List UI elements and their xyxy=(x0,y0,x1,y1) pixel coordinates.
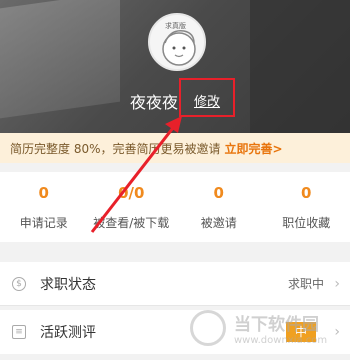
header-background-paper xyxy=(0,0,120,119)
job-status-icon: $ xyxy=(12,276,26,291)
stat-value: 0 xyxy=(213,184,224,202)
menu-label: 求职状态 xyxy=(40,276,96,293)
stat-viewed-downloaded[interactable]: 0/0 被查看/被下载 xyxy=(88,172,176,242)
stat-favorites[interactable]: 0 职位收藏 xyxy=(263,172,350,242)
watermark-subtitle: www.downxia.com xyxy=(234,334,328,346)
chevron-right-icon: › xyxy=(334,275,340,292)
menu-label: 活跃测评 xyxy=(40,325,96,341)
stat-label: 申请记录 xyxy=(19,216,68,230)
stat-label: 被查看/被下载 xyxy=(93,216,170,230)
watermark-title: 当下软件园 xyxy=(234,314,319,335)
stat-label: 职位收藏 xyxy=(282,216,331,230)
banner-action-link[interactable]: 立即完善> xyxy=(225,140,283,157)
avatar[interactable]: 求真版 xyxy=(148,13,206,71)
assessment-icon: ≡ xyxy=(12,325,26,339)
watermark: 当下软件园 www.downxia.com xyxy=(190,295,350,360)
stat-invited[interactable]: 0 被邀请 xyxy=(175,172,263,242)
avatar-tag: 求真版 xyxy=(165,22,186,30)
banner-text: 简历完整度 80%，完善简历更易被邀请 xyxy=(10,141,221,156)
stat-value: 0 xyxy=(301,184,312,202)
stat-label: 被邀请 xyxy=(200,216,237,230)
header-background-glasses xyxy=(250,0,350,133)
stats-bar: 0 申请记录 0/0 被查看/被下载 0 被邀请 0 职位收藏 xyxy=(0,172,350,242)
stat-applications[interactable]: 0 申请记录 xyxy=(0,172,88,242)
edit-profile-link[interactable]: 修改 xyxy=(194,91,220,110)
stat-value: 0/0 xyxy=(118,184,145,202)
menu-value: 求职中 xyxy=(287,277,324,291)
username: 夜夜夜 xyxy=(130,93,179,112)
resume-completeness-banner[interactable]: 简历完整度 80%，完善简历更易被邀请 立即完善> xyxy=(0,133,350,163)
watermark-logo-icon xyxy=(190,309,226,346)
stat-value: 0 xyxy=(38,184,49,202)
